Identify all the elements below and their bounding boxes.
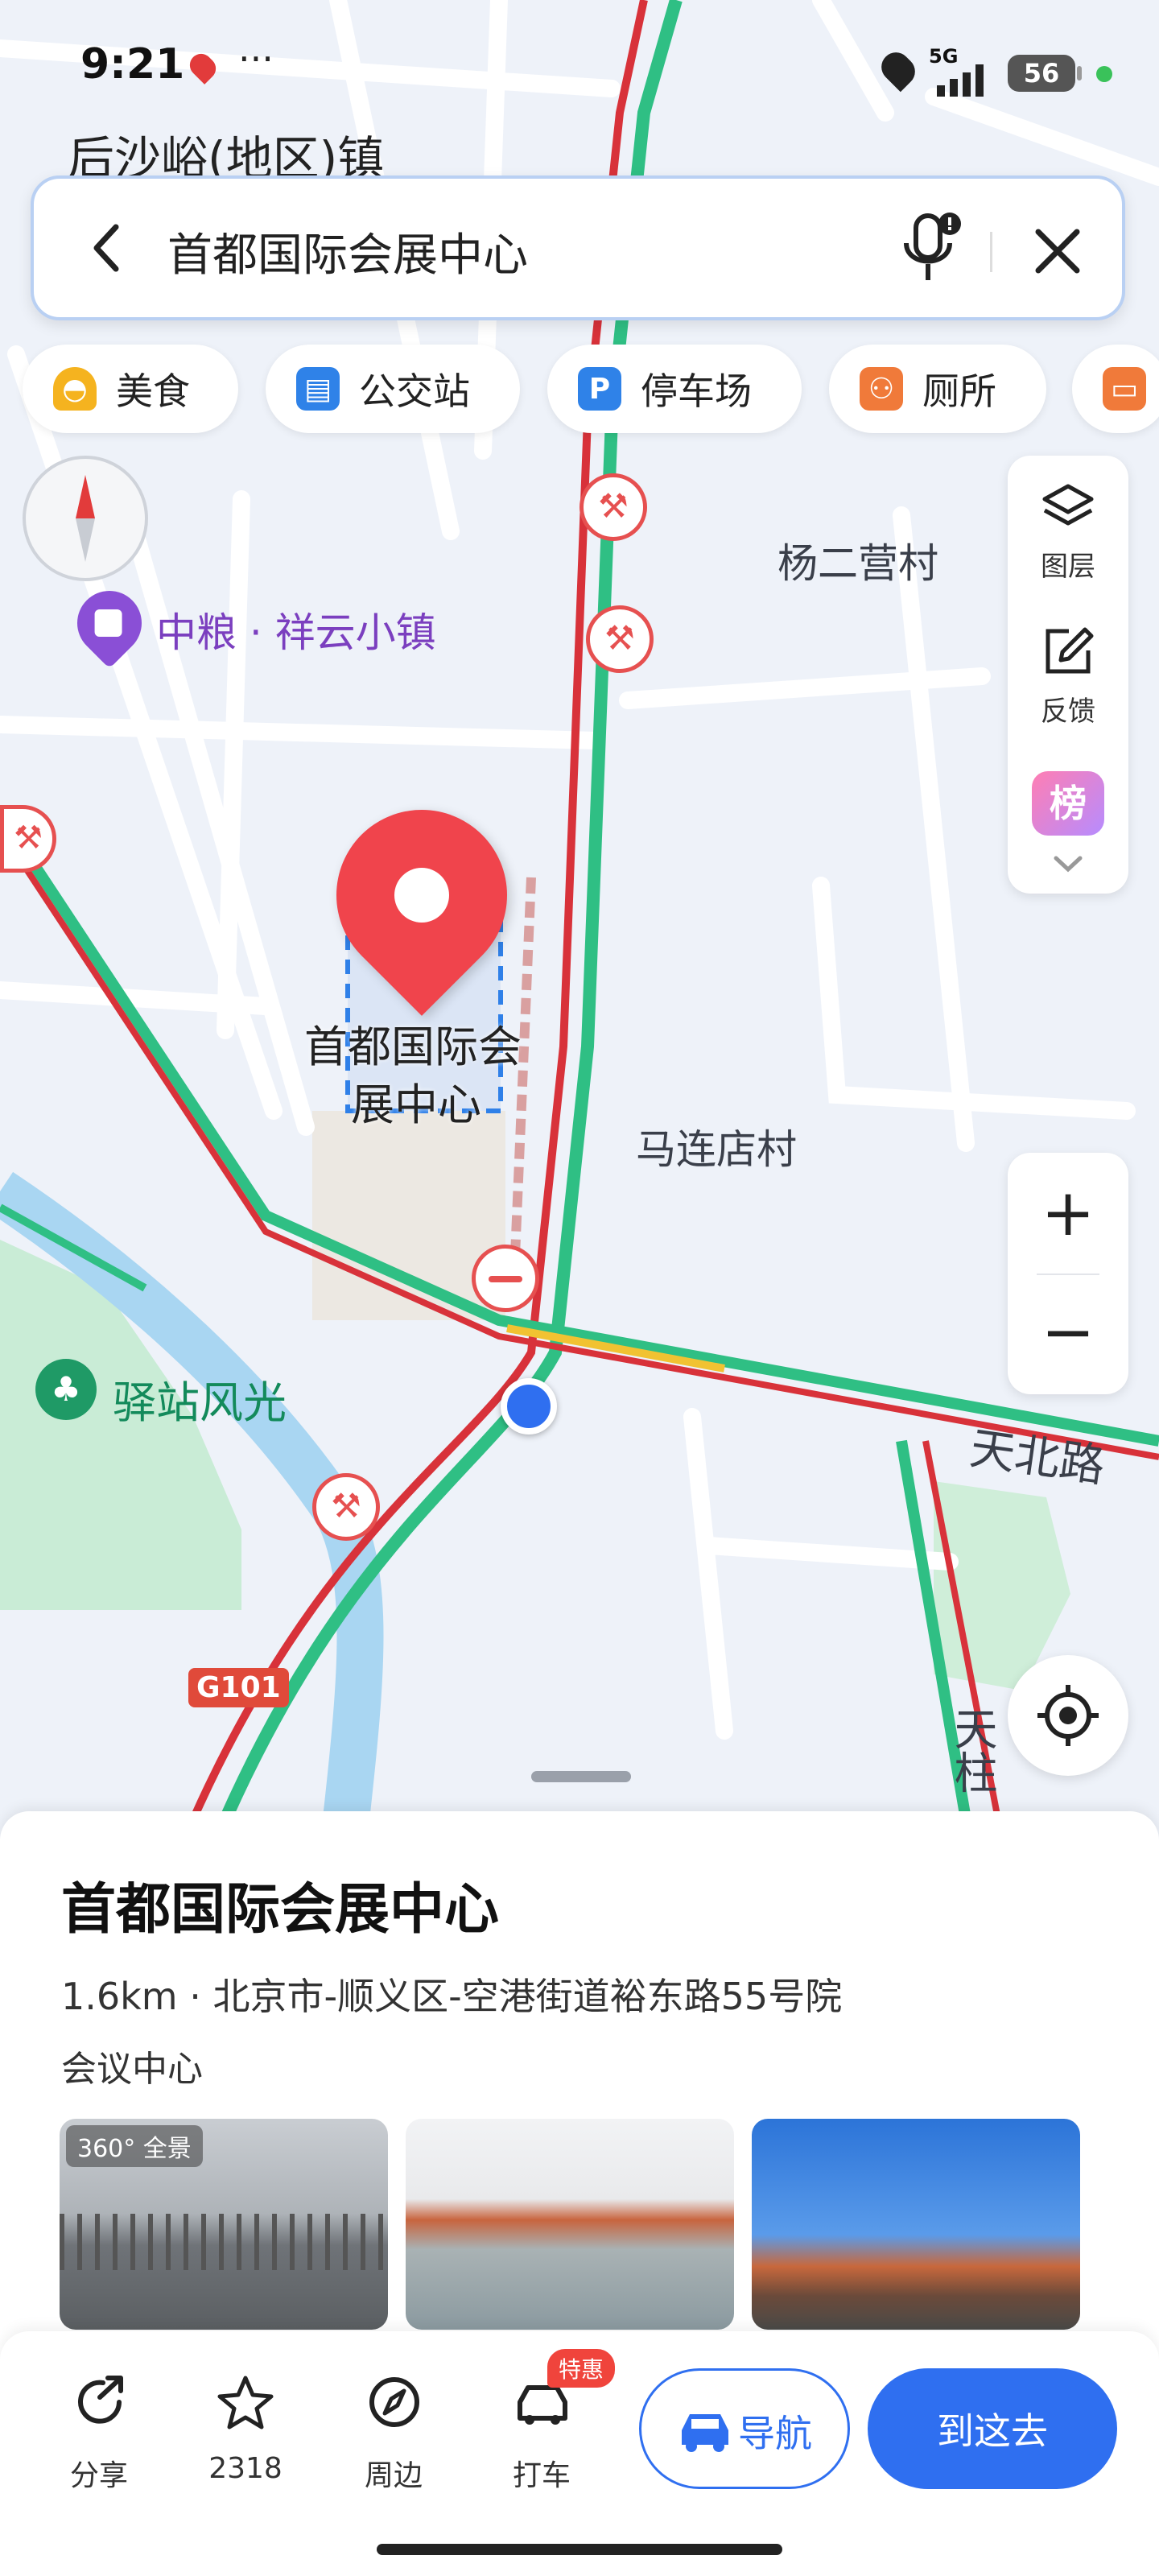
- close-icon[interactable]: [1027, 221, 1088, 282]
- feedback-icon: [1046, 627, 1094, 674]
- signal-icon: [932, 64, 995, 97]
- sheet-drag-handle[interactable]: [531, 1771, 631, 1782]
- status-time: 9:21: [80, 40, 185, 89]
- construction-icon: ⚒: [312, 1473, 380, 1541]
- current-location-icon: [501, 1378, 557, 1435]
- layers-icon: [1042, 484, 1094, 526]
- layers-label: 图层: [1041, 551, 1095, 583]
- place-address: 1.6km · 北京市-顺义区-空港街道裕东路55号院: [61, 1975, 843, 2018]
- chip-toilet[interactable]: ⚇ 厕所: [829, 345, 1046, 433]
- compass-icon: [76, 475, 95, 562]
- venue-exterior-photo[interactable]: [752, 2119, 1080, 2330]
- card-icon: ▭: [1103, 367, 1146, 411]
- map-label-tianzhu: 天柱: [947, 1707, 997, 1794]
- privacy-indicator: [1096, 66, 1112, 82]
- favorite-count: 2318: [208, 2452, 283, 2485]
- marker-name-line2: 展中心: [351, 1080, 481, 1130]
- zoom-divider: [1037, 1274, 1099, 1275]
- zoom-in-button[interactable]: +: [1008, 1161, 1128, 1265]
- chip-label: 厕所: [922, 369, 996, 413]
- search-input[interactable]: 首都国际会展中心: [167, 219, 528, 284]
- map-label-yizhan[interactable]: 驿站风光: [113, 1367, 287, 1430]
- back-icon[interactable]: [82, 216, 130, 280]
- search-bar[interactable]: 首都国际会展中心: [31, 175, 1125, 320]
- panorama-photo[interactable]: 360° 全景: [60, 2119, 388, 2330]
- battery-icon: 56: [1008, 55, 1075, 92]
- toilet-icon: ⚇: [860, 367, 903, 411]
- go-here-label: 到这去: [937, 2409, 1048, 2453]
- location-status-icon: [875, 46, 922, 93]
- feedback-label: 反馈: [1041, 696, 1095, 728]
- zoom-out-button[interactable]: −: [1008, 1280, 1128, 1385]
- bus-stop-icon: ▤: [296, 367, 340, 411]
- compass-button[interactable]: [23, 456, 148, 581]
- search-divider: [990, 232, 992, 272]
- map-tools-panel: 图层 反馈 榜: [1008, 456, 1128, 894]
- zoom-control: + −: [1008, 1153, 1128, 1394]
- nearby-label: 周边: [364, 2459, 423, 2492]
- navigate-label: 导航: [738, 2412, 812, 2455]
- share-icon: [78, 2376, 123, 2424]
- home-indicator[interactable]: [377, 2544, 782, 2555]
- status-bar: 9:21 ··· 5G 56: [0, 37, 1159, 105]
- car-icon: [682, 2414, 728, 2452]
- food-icon: ◓: [53, 367, 97, 411]
- chip-more[interactable]: ▭: [1072, 345, 1159, 433]
- taxi-promo-badge: 特惠: [547, 2349, 616, 2388]
- voice-search-icon[interactable]: [893, 211, 966, 288]
- panorama-badge: 360° 全景: [66, 2125, 203, 2167]
- chip-label: 公交站: [359, 369, 470, 413]
- crosshair-icon: [1037, 1685, 1099, 1746]
- chevron-down-icon[interactable]: [1048, 848, 1088, 881]
- taxi-label: 打车: [512, 2459, 571, 2492]
- park-poi-icon: ♣: [35, 1359, 97, 1420]
- share-label: 分享: [69, 2459, 128, 2492]
- battery-tip: [1077, 66, 1082, 80]
- chip-parking[interactable]: P 停车场: [547, 345, 802, 433]
- no-entry-icon: [472, 1245, 539, 1312]
- place-category: 会议中心: [61, 2049, 203, 2090]
- more-status-icons: ···: [238, 37, 274, 80]
- ranking-button[interactable]: 榜: [1032, 771, 1104, 836]
- chip-food[interactable]: ◓ 美食: [23, 345, 238, 433]
- feedback-button[interactable]: 反馈: [1008, 617, 1128, 737]
- place-title: 首都国际会展中心: [61, 1878, 500, 1942]
- parking-icon: P: [578, 367, 621, 411]
- construction-icon: ⚒: [580, 473, 647, 541]
- map-label-malian-village: 马连店村: [636, 1126, 797, 1173]
- highway-shield: G101: [188, 1668, 289, 1707]
- chip-label: 停车场: [641, 369, 752, 413]
- layers-button[interactable]: 图层: [1008, 472, 1128, 592]
- venue-aerial-photo[interactable]: [406, 2119, 734, 2330]
- go-here-button[interactable]: 到这去: [868, 2368, 1117, 2489]
- nearby-compass-icon: [369, 2377, 419, 2427]
- chip-bus-stop[interactable]: ▤ 公交站: [266, 345, 520, 433]
- app-notification-icon: [185, 49, 221, 85]
- map-label-zhongliang[interactable]: 中粮 · 祥云小镇: [156, 601, 436, 658]
- marker-name-line1: 首都国际会: [304, 1022, 522, 1072]
- navigate-button[interactable]: 导航: [639, 2368, 850, 2489]
- map-label-yang-village: 杨二营村: [777, 540, 938, 587]
- star-icon: [217, 2376, 274, 2429]
- ranking-label: 榜: [1050, 782, 1087, 825]
- chip-label: 美食: [116, 369, 190, 413]
- construction-icon: ⚒: [586, 605, 654, 673]
- locate-me-button[interactable]: [1008, 1655, 1128, 1776]
